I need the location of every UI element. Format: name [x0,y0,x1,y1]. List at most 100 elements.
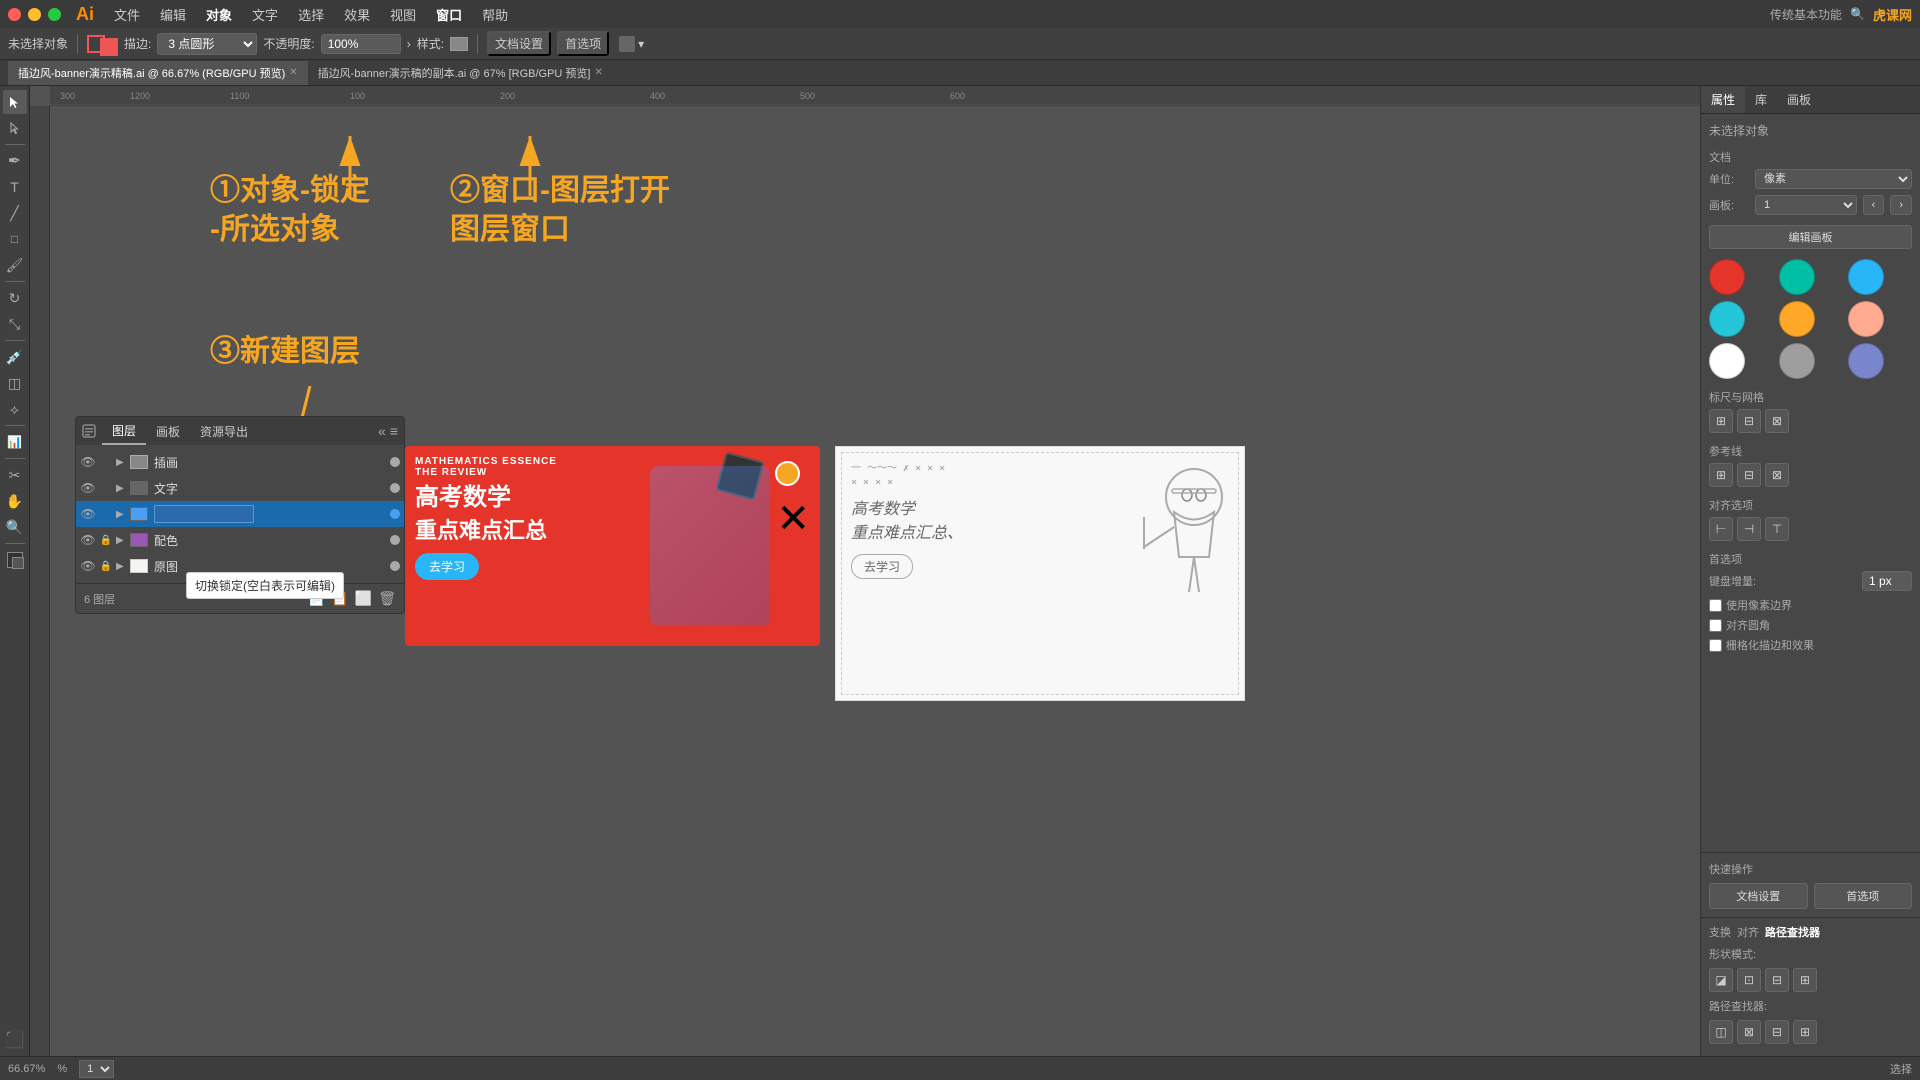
tool-direct-select[interactable] [3,116,27,140]
layer-row-paise[interactable]: 👁 🔒 ▶ 配色 [76,527,404,553]
layer-lock-chua[interactable]: 🔒 [98,457,114,468]
next-artboard-btn[interactable]: › [1890,195,1912,215]
snap-pixel-checkbox[interactable] [1709,599,1722,612]
tab-library[interactable]: 库 [1745,86,1777,113]
artboard-selector[interactable]: 1 [79,1060,114,1078]
doc-settings-btn[interactable]: 文档设置 [487,31,551,56]
layer-eye-paise[interactable]: 👁 [80,533,96,547]
rasterize-checkbox[interactable] [1709,639,1722,652]
tab-properties[interactable]: 属性 [1701,86,1745,113]
menu-view[interactable]: 视图 [382,3,424,26]
tab-1-close[interactable]: ✕ [289,67,297,78]
ruler-btn-1[interactable]: ⊞ [1709,409,1733,433]
tool-text[interactable]: T [3,175,27,199]
ruler-btn-3[interactable]: ⊠ [1765,409,1789,433]
layer-lock-text[interactable]: 🔒 [98,483,114,494]
tab-pathfinder[interactable]: 路径查找器 [1765,924,1820,940]
swatch-teal[interactable] [1779,259,1815,295]
layer-expand-paise[interactable]: ▶ [116,535,128,546]
menu-type[interactable]: 文字 [244,3,286,26]
pathfinder-btn-3[interactable]: ⊟ [1765,1020,1789,1044]
swatch-orange[interactable] [1779,301,1815,337]
panel-collapse[interactable]: « [378,423,386,439]
layer-row-chua[interactable]: 👁 🔒 ▶ 插画 [76,449,404,475]
panel-icon[interactable] [80,422,98,440]
menu-effect[interactable]: 效果 [336,3,378,26]
tool-pen[interactable]: ✒ [3,149,27,173]
tab-artboard[interactable]: 画板 [1777,86,1821,113]
menu-edit[interactable]: 编辑 [152,3,194,26]
tool-line[interactable]: ╱ [3,201,27,225]
tool-zoom[interactable]: 🔍 [3,515,27,539]
tool-scale[interactable]: ⤡ [3,312,27,336]
pathfinder-btn-1[interactable]: ◫ [1709,1020,1733,1044]
delete-layer-btn[interactable]: 🗑 [378,590,396,607]
swatch-blue[interactable] [1848,259,1884,295]
layer-expand-editing[interactable]: ▶ [116,509,128,520]
layer-expand-orig[interactable]: ▶ [116,561,128,572]
layer-row-text[interactable]: 👁 🔒 ▶ 文字 [76,475,404,501]
tool-gradient[interactable]: ◫ [3,371,27,395]
align-center-btn[interactable]: ⊣ [1737,517,1761,541]
artboard-select[interactable]: 1 [1755,195,1857,215]
tab-1[interactable]: 插边风-banner演示精稿.ai @ 66.67% (RGB/GPU 预览) … [8,61,308,85]
shape-mode-btn-2[interactable]: ⊡ [1737,968,1761,992]
tab-assets[interactable]: 资源导出 [190,417,258,445]
align-right-btn[interactable]: ⊤ [1765,517,1789,541]
layer-eye-text[interactable]: 👁 [80,481,96,495]
layer-eye-chua[interactable]: 👁 [80,455,96,469]
layer-eye-editing[interactable]: 👁 [80,507,96,521]
tool-hand[interactable]: ✋ [3,489,27,513]
menu-help[interactable]: 帮助 [474,3,516,26]
opacity-input[interactable]: 100% [321,34,401,54]
workspace-label[interactable]: 传统基本功能 [1770,6,1842,23]
tool-eyedropper[interactable]: 💉 [3,345,27,369]
quick-prefs-btn[interactable]: 首选项 [1814,883,1913,909]
snap-corner-checkbox[interactable] [1709,619,1722,632]
layer-lock-paise[interactable]: 🔒 [98,535,114,546]
align-left-btn[interactable]: ⊢ [1709,517,1733,541]
swatch-cyan[interactable] [1709,301,1745,337]
tab-transform[interactable]: 支换 [1709,924,1731,940]
view-dropdown-arrow[interactable]: ▾ [638,37,644,51]
prev-artboard-btn[interactable]: ‹ [1863,195,1885,215]
layer-eye-orig[interactable]: 👁 [80,559,96,573]
tool-color-mode[interactable]: ⬛ [3,1028,27,1052]
guide-btn-1[interactable]: ⊞ [1709,463,1733,487]
shape-mode-btn-3[interactable]: ⊟ [1765,968,1789,992]
zoom-level[interactable]: 66.67% [8,1063,45,1075]
ruler-btn-2[interactable]: ⊟ [1737,409,1761,433]
pathfinder-btn-2[interactable]: ⊠ [1737,1020,1761,1044]
panel-menu[interactable]: ≡ [390,423,398,439]
tool-brush[interactable]: 🖌 [3,253,27,277]
banner-cta[interactable]: 去学习 [415,553,479,580]
minimize-button[interactable] [28,8,41,21]
move-to-layer-btn[interactable]: ⬜ [355,590,372,607]
menu-select[interactable]: 选择 [290,3,332,26]
stroke-options[interactable]: 3 点圆形 [157,33,257,55]
shape-mode-btn-4[interactable]: ⊞ [1793,968,1817,992]
quick-doc-settings-btn[interactable]: 文档设置 [1709,883,1808,909]
keyboard-increment-input[interactable]: 1 px [1862,571,1912,591]
tool-scissors[interactable]: ✂ [3,463,27,487]
layer-expand-text[interactable]: ▶ [116,483,128,494]
swatch-white[interactable] [1709,343,1745,379]
layer-lock-editing[interactable]: 🔒 [98,509,114,520]
swatch-peach[interactable] [1848,301,1884,337]
tab-2-close[interactable]: ✕ [594,67,602,78]
fill-indicator[interactable] [7,552,23,568]
pathfinder-btn-4[interactable]: ⊞ [1793,1020,1817,1044]
tab-2[interactable]: 插边风-banner演示稿的副本.ai @ 67% [RGB/GPU 预览] ✕ [308,61,613,85]
swatch-purple[interactable] [1848,343,1884,379]
menu-file[interactable]: 文件 [106,3,148,26]
tool-blend[interactable]: ⟡ [3,397,27,421]
guide-btn-3[interactable]: ⊠ [1765,463,1789,487]
layer-row-editing[interactable]: 👁 🔒 ▶ [76,501,404,527]
close-button[interactable] [8,8,21,21]
tab-align[interactable]: 对齐 [1737,924,1759,940]
edit-artboard-btn[interactable]: 编辑画板 [1709,225,1912,249]
canvas-area[interactable]: 300 1200 1100 100 200 400 500 600 ①对象-锁定… [30,86,1700,1056]
menu-object[interactable]: 对象 [198,3,240,26]
layer-lock-orig[interactable]: 🔒 [98,561,114,572]
tool-rotate[interactable]: ↻ [3,286,27,310]
